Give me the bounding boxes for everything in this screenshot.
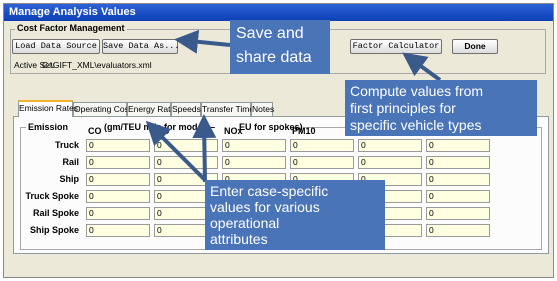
save-share-line-2: share data: [236, 49, 312, 66]
load-data-source-button[interactable]: Load Data Source: [12, 39, 100, 54]
tab-operating-cost[interactable]: Operating Cost: [73, 102, 131, 116]
value-input[interactable]: 0: [86, 139, 150, 152]
emission-legend-prefix: Emission: [28, 122, 69, 132]
column-header: CO: [156, 126, 170, 136]
column-header: PM10: [292, 126, 316, 136]
value-input[interactable]: 0: [86, 224, 150, 237]
value-input[interactable]: 0: [86, 156, 150, 169]
enter-line-3: operational: [210, 215, 280, 231]
value-input[interactable]: 0: [426, 190, 490, 203]
value-input[interactable]: 0: [290, 139, 354, 152]
value-input[interactable]: 0: [426, 156, 490, 169]
enter-values-callout: Enter case-specific values for various o…: [205, 180, 385, 250]
value-input[interactable]: 0: [86, 207, 150, 220]
column-header: CO: [88, 126, 102, 136]
cost-factor-legend: Cost Factor Management: [15, 23, 127, 33]
active-set-path: C:\GIFT_XML\evaluators.xml: [42, 60, 152, 70]
value-input[interactable]: 0: [290, 156, 354, 169]
row-label-rail: Rail: [62, 157, 79, 167]
value-input[interactable]: 0: [426, 224, 490, 237]
window-title: Manage Analysis Values: [4, 4, 553, 21]
enter-line-4: attributes: [210, 231, 268, 247]
value-input[interactable]: 0: [222, 139, 286, 152]
done-button[interactable]: Done: [452, 39, 498, 54]
save-share-callout: Save and share data: [230, 20, 330, 74]
compute-callout: Compute values from first principles for…: [345, 80, 537, 136]
value-input[interactable]: 0: [86, 190, 150, 203]
compute-line-1: Compute values from: [350, 83, 484, 99]
value-input[interactable]: 0: [426, 207, 490, 220]
tab-energy-rate[interactable]: Energy Rate: [127, 102, 175, 116]
value-input[interactable]: 0: [358, 156, 422, 169]
save-data-as-button[interactable]: Save Data As...: [102, 39, 180, 54]
value-input[interactable]: 0: [154, 139, 218, 152]
save-share-line-1: Save and: [236, 25, 304, 42]
row-label-ship-spoke: Ship Spoke: [29, 225, 79, 235]
factor-calculator-button[interactable]: Factor Calculator: [350, 39, 442, 54]
value-input[interactable]: 0: [426, 139, 490, 152]
row-label-truck-spoke: Truck Spoke: [25, 191, 79, 201]
value-input[interactable]: 0: [154, 156, 218, 169]
tab-transfer-times[interactable]: Transfer Times: [201, 102, 258, 116]
column-header: NOx: [224, 126, 243, 136]
enter-line-1: Enter case-specific: [210, 183, 329, 199]
value-input[interactable]: 0: [358, 139, 422, 152]
row-label-rail-spoke: Rail Spoke: [32, 208, 79, 218]
row-label-ship: Ship: [59, 174, 80, 184]
tab-speeds[interactable]: Speeds: [171, 102, 201, 116]
compute-line-2: first principles for: [350, 100, 456, 116]
value-input[interactable]: 0: [86, 173, 150, 186]
tab-emission-rates[interactable]: Emission Rates: [18, 100, 78, 117]
row-label-truck: Truck: [54, 140, 79, 150]
value-input[interactable]: 0: [222, 156, 286, 169]
tab-notes[interactable]: Notes: [251, 102, 274, 116]
enter-line-2: values for various: [210, 199, 320, 215]
value-input[interactable]: 0: [426, 173, 490, 186]
compute-line-3: specific vehicle types: [350, 117, 482, 133]
